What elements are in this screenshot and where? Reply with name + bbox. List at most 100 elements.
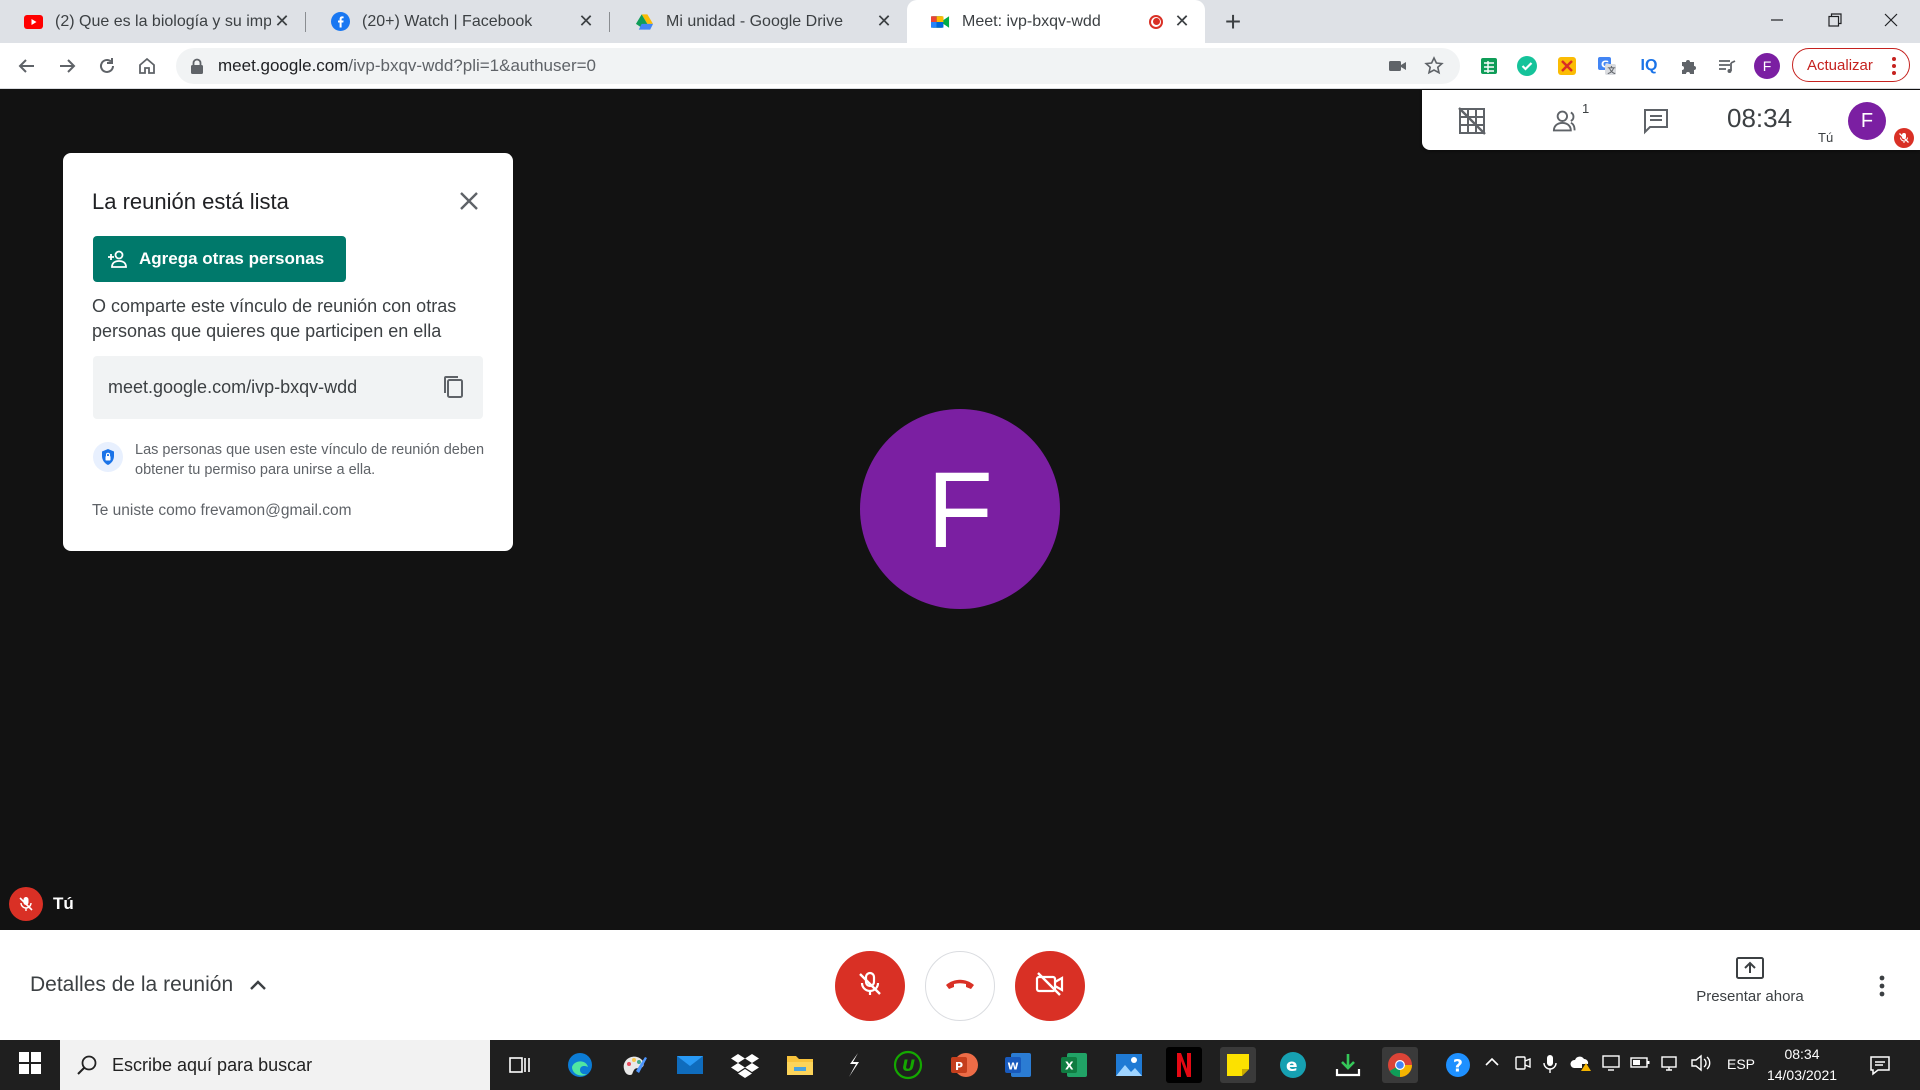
sticky-notes-icon[interactable] — [1220, 1047, 1256, 1083]
notifications-icon[interactable] — [1862, 1047, 1898, 1083]
facebook-icon — [331, 12, 350, 31]
taskbar-clock[interactable]: 08:34 14/03/2021 — [1766, 1044, 1838, 1086]
url-path: /ivp-bxqv-wdd?pli=1&authuser=0 — [348, 56, 597, 75]
netflix-app-icon[interactable] — [1166, 1047, 1202, 1083]
paint-app-icon[interactable] — [616, 1047, 652, 1083]
reload-button[interactable] — [92, 51, 122, 81]
mic-off-icon — [855, 969, 885, 1004]
bookmark-star-icon[interactable] — [1424, 56, 1444, 81]
meeting-details-button[interactable]: Detalles de la reunión — [30, 973, 267, 997]
permission-note: Las personas que usen este vínculo de re… — [135, 442, 485, 478]
network-icon[interactable] — [1660, 1054, 1680, 1075]
iq-extension-icon[interactable]: IQ — [1636, 53, 1662, 79]
toggle-microphone-button[interactable] — [835, 951, 905, 1021]
input-language[interactable]: ESP — [1727, 1056, 1755, 1072]
layout-grid-off-icon[interactable] — [1456, 105, 1488, 137]
media-control-icon[interactable] — [1714, 53, 1740, 79]
grammarly-extension-icon[interactable] — [1514, 53, 1540, 79]
close-window-button[interactable] — [1862, 0, 1920, 40]
display-tray-icon[interactable] — [1602, 1054, 1620, 1075]
scrivener-app-icon[interactable] — [836, 1047, 872, 1083]
volume-icon[interactable] — [1690, 1054, 1712, 1075]
microphone-tray-icon[interactable] — [1542, 1054, 1558, 1077]
meet-now-tray-icon[interactable] — [1514, 1054, 1532, 1075]
meeting-ready-dialog: La reunión está lista Agrega otras perso… — [63, 153, 513, 551]
svg-text:文: 文 — [1608, 65, 1617, 75]
tab-facebook[interactable]: (20+) Watch | Facebook ✕ — [307, 0, 609, 43]
google-meet-icon — [931, 12, 950, 31]
meeting-link[interactable]: meet.google.com/ivp-bxqv-wdd — [108, 377, 357, 398]
search-icon — [76, 1054, 98, 1076]
hang-up-icon — [944, 976, 976, 997]
shield-extension-icon[interactable] — [1554, 53, 1580, 79]
chrome-taskbar-icon[interactable] — [1382, 1047, 1418, 1083]
present-now-button[interactable]: Presentar ahora — [1680, 956, 1820, 1005]
tab-youtube[interactable]: (2) Que es la biología y su impor ✕ — [0, 0, 305, 43]
powerpoint-icon[interactable]: P — [946, 1047, 982, 1083]
mail-app-icon[interactable] — [672, 1047, 708, 1083]
excel-icon[interactable]: X — [1056, 1047, 1092, 1083]
battery-icon[interactable] — [1630, 1054, 1650, 1073]
meeting-link-box: meet.google.com/ivp-bxqv-wdd — [93, 356, 483, 419]
svg-text:P: P — [955, 1060, 963, 1073]
url-host: meet.google.com — [218, 56, 349, 75]
more-options-icon[interactable] — [1870, 972, 1894, 1000]
back-button[interactable] — [12, 51, 42, 81]
tab-close-icon[interactable]: ✕ — [271, 11, 293, 33]
translate-extension-icon[interactable]: G文 — [1594, 53, 1620, 79]
dropbox-icon[interactable] — [727, 1047, 763, 1083]
minimize-window-button[interactable] — [1748, 0, 1806, 40]
sheets-extension-icon[interactable] — [1476, 53, 1502, 79]
upwork-app-icon[interactable]: U — [890, 1047, 926, 1083]
show-hidden-icons-icon[interactable] — [1484, 1054, 1500, 1073]
windows-taskbar: Escribe aquí para buscar U P W X e ? ESP… — [0, 1040, 1920, 1090]
present-now-label: Presentar ahora — [1696, 988, 1804, 1005]
task-view-icon[interactable] — [502, 1047, 538, 1083]
add-people-button[interactable]: Agrega otras personas — [93, 236, 346, 282]
tab-separator — [305, 12, 306, 32]
extensions-puzzle-icon[interactable] — [1676, 53, 1702, 79]
recording-indicator-icon — [1149, 14, 1163, 29]
copy-icon[interactable] — [439, 373, 467, 401]
camera-in-use-icon[interactable] — [1388, 57, 1408, 80]
toggle-camera-button[interactable] — [1015, 951, 1085, 1021]
photos-app-icon[interactable] — [1111, 1047, 1147, 1083]
lock-icon[interactable] — [190, 58, 208, 75]
self-avatar-small[interactable]: F — [1848, 102, 1886, 140]
help-icon[interactable]: ? — [1440, 1047, 1476, 1083]
tab-close-icon[interactable]: ✕ — [1171, 11, 1193, 33]
tab-separator — [609, 12, 610, 32]
download-app-icon[interactable] — [1330, 1047, 1366, 1083]
address-bar[interactable]: meet.google.com/ivp-bxqv-wdd?pli=1&authu… — [176, 48, 1460, 84]
chrome-menu-icon[interactable] — [1890, 57, 1898, 75]
tab-close-icon[interactable]: ✕ — [873, 11, 895, 33]
restore-window-button[interactable] — [1806, 0, 1864, 40]
svg-text:W: W — [1008, 1062, 1019, 1073]
forward-button[interactable] — [52, 51, 82, 81]
leave-call-button[interactable] — [925, 951, 995, 1021]
browser-tab-strip: (2) Que es la biología y su impor ✕ (20+… — [0, 0, 1920, 43]
person-add-icon — [107, 250, 129, 268]
participants-icon[interactable]: 1 — [1552, 101, 1589, 137]
add-people-label: Agrega otras personas — [139, 249, 325, 268]
file-explorer-icon[interactable] — [782, 1047, 818, 1083]
tab-close-icon[interactable]: ✕ — [575, 11, 597, 33]
edge-browser-icon[interactable] — [562, 1047, 598, 1083]
new-tab-button[interactable]: + — [1218, 6, 1248, 37]
shield-lock-icon — [93, 442, 123, 472]
onedrive-warning-icon[interactable] — [1570, 1054, 1592, 1075]
word-icon[interactable]: W — [1000, 1047, 1036, 1083]
camera-off-icon — [1034, 970, 1066, 1003]
chat-icon[interactable] — [1640, 105, 1672, 137]
windows-start-button[interactable] — [0, 1040, 60, 1090]
svg-text:e: e — [1286, 1056, 1298, 1076]
tab-google-meet[interactable]: Meet: ivp-bxqv-wdd ✕ — [907, 0, 1205, 43]
taskbar-search-placeholder: Escribe aquí para buscar — [112, 1054, 313, 1075]
close-icon[interactable] — [455, 187, 483, 215]
tab-title: Meet: ivp-bxqv-wdd — [962, 12, 1101, 30]
tab-google-drive[interactable]: Mi unidad - Google Drive ✕ — [611, 0, 907, 43]
profile-avatar[interactable]: F — [1754, 53, 1780, 79]
taskbar-search-box[interactable]: Escribe aquí para buscar — [60, 1040, 490, 1090]
home-button[interactable] — [132, 51, 162, 81]
edmodo-app-icon[interactable]: e — [1275, 1047, 1311, 1083]
